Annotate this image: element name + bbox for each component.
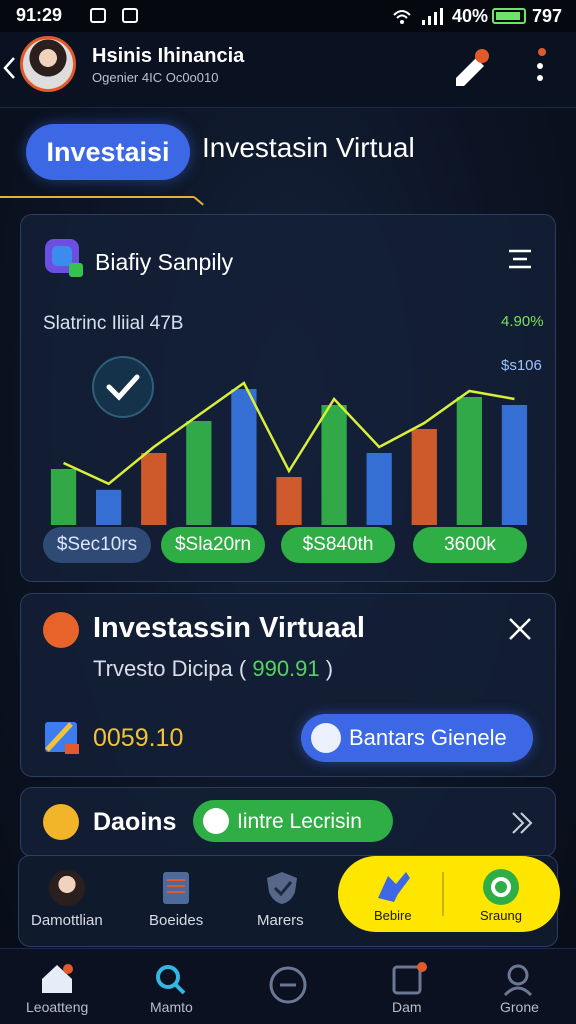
more-icon[interactable] [532, 46, 552, 86]
avatar[interactable] [20, 36, 76, 92]
stat-pill-3[interactable]: $S840th [281, 527, 395, 563]
nav-label-search[interactable]: Mamto [150, 999, 193, 1015]
back-icon[interactable] [2, 56, 16, 80]
tab-underline-tail [193, 196, 204, 206]
battery-percent: 40% [452, 6, 489, 26]
action-divider [442, 872, 444, 916]
chart-bar [456, 397, 482, 525]
balance-button[interactable]: Bantars Gienele [301, 714, 533, 762]
signal-icon [393, 8, 443, 25]
chart-bar [366, 453, 392, 525]
battery-icon [492, 8, 526, 24]
action-label-5[interactable]: Sraung [480, 908, 522, 923]
shield-icon[interactable] [265, 870, 299, 906]
bottom-nav: Leoatteng Mamto Dam Grone [0, 948, 576, 1024]
app-logo-icon [45, 239, 83, 277]
chart-trend-line [63, 381, 515, 486]
tab-title[interactable]: Investasin Virtual [202, 132, 415, 164]
chart-bar [321, 405, 347, 525]
chart-bar [231, 389, 257, 525]
hand-icon[interactable] [374, 868, 414, 904]
tab-underline [0, 196, 194, 198]
status-extra: 797 [531, 6, 562, 26]
daoins-badge-label: Iintre Lecrisin [237, 810, 362, 833]
settings-icon[interactable] [480, 866, 522, 908]
chart-bar [276, 477, 302, 525]
status-bar: 91:29 40% 797 [0, 0, 576, 32]
investment-card: Investassin Virtuaal Trvesto Dicipa ( 99… [20, 593, 556, 777]
action-label-4[interactable]: Bebire [374, 908, 412, 923]
menu-icon[interactable] [507, 247, 533, 269]
chart-subtitle: Slatrinc Iliial 47B [43, 313, 184, 334]
chart-bar [50, 469, 77, 525]
action-label-3[interactable]: Marers [257, 912, 304, 929]
chart-percent-label: 4.90% [501, 313, 544, 330]
status-time: 91:29 [16, 5, 63, 25]
balance-button-label: Bantars Gienele [349, 725, 507, 750]
action-label-1[interactable]: Damottlian [31, 912, 103, 929]
check-icon [203, 808, 229, 834]
minus-circle-icon[interactable] [268, 965, 308, 1005]
camera-icon [122, 8, 138, 23]
nav-label-grone[interactable]: Grone [500, 999, 539, 1015]
profile-icon[interactable] [49, 870, 85, 906]
profile-subtitle: Ogenier 4IC Oc0o010 [92, 70, 219, 85]
stat-pill-4[interactable]: 3600k [413, 527, 527, 563]
stat-pill-1[interactable]: $Sec10rs [43, 527, 151, 563]
user-icon[interactable] [502, 963, 534, 997]
gallery-icon [90, 8, 106, 23]
chart-bar [141, 453, 167, 525]
star-icon [43, 804, 79, 840]
wallet-icon [45, 722, 79, 754]
close-icon[interactable] [507, 616, 533, 642]
nav-label-dam[interactable]: Dam [392, 999, 422, 1015]
chat-icon [311, 723, 341, 753]
daoins-badge[interactable]: Iintre Lecrisin [193, 800, 393, 842]
chevron-right-icon[interactable] [509, 810, 535, 836]
nav-label-home[interactable]: Leoatteng [26, 999, 88, 1015]
daoins-title: Daoins [93, 808, 177, 836]
stat-pill-2[interactable]: $Sla20rn [161, 527, 265, 563]
profile-name: Hsinis Ihinancia [92, 45, 245, 67]
book-icon[interactable] [161, 870, 191, 906]
investment-detail: Trvesto Dicipa ( 990.91 ) [93, 656, 334, 681]
home-icon[interactable] [40, 963, 74, 995]
invest-badge-icon [43, 612, 79, 648]
daoins-card[interactable]: Daoins Iintre Lecrisin [20, 787, 556, 857]
app-header: Hsinis Ihinancia Ogenier 4IC Oc0o010 [0, 32, 576, 108]
investment-title: Investassin Virtuaal [93, 612, 365, 644]
edit-icon[interactable] [452, 48, 492, 88]
action-label-2[interactable]: Boeides [149, 912, 203, 929]
gallery-nav-icon[interactable] [392, 961, 428, 995]
chart-bar [411, 429, 437, 525]
search-icon[interactable] [154, 963, 188, 995]
investment-highlight: 990.91 [252, 656, 320, 681]
highlight-actions: Bebire Sraung [338, 856, 560, 932]
chart-bar [96, 489, 122, 525]
chart-bar [186, 421, 212, 525]
investment-amount: 0059.10 [93, 724, 184, 752]
chart-card: Biafiy Sanpily Slatrinc Iliial 47B 4.90%… [20, 214, 556, 582]
chart-card-title: Biafiy Sanpily [95, 249, 234, 275]
chart-bar [501, 405, 528, 525]
candlestick-chart [50, 381, 528, 525]
tab-investasi[interactable]: Investaisi [26, 124, 190, 180]
